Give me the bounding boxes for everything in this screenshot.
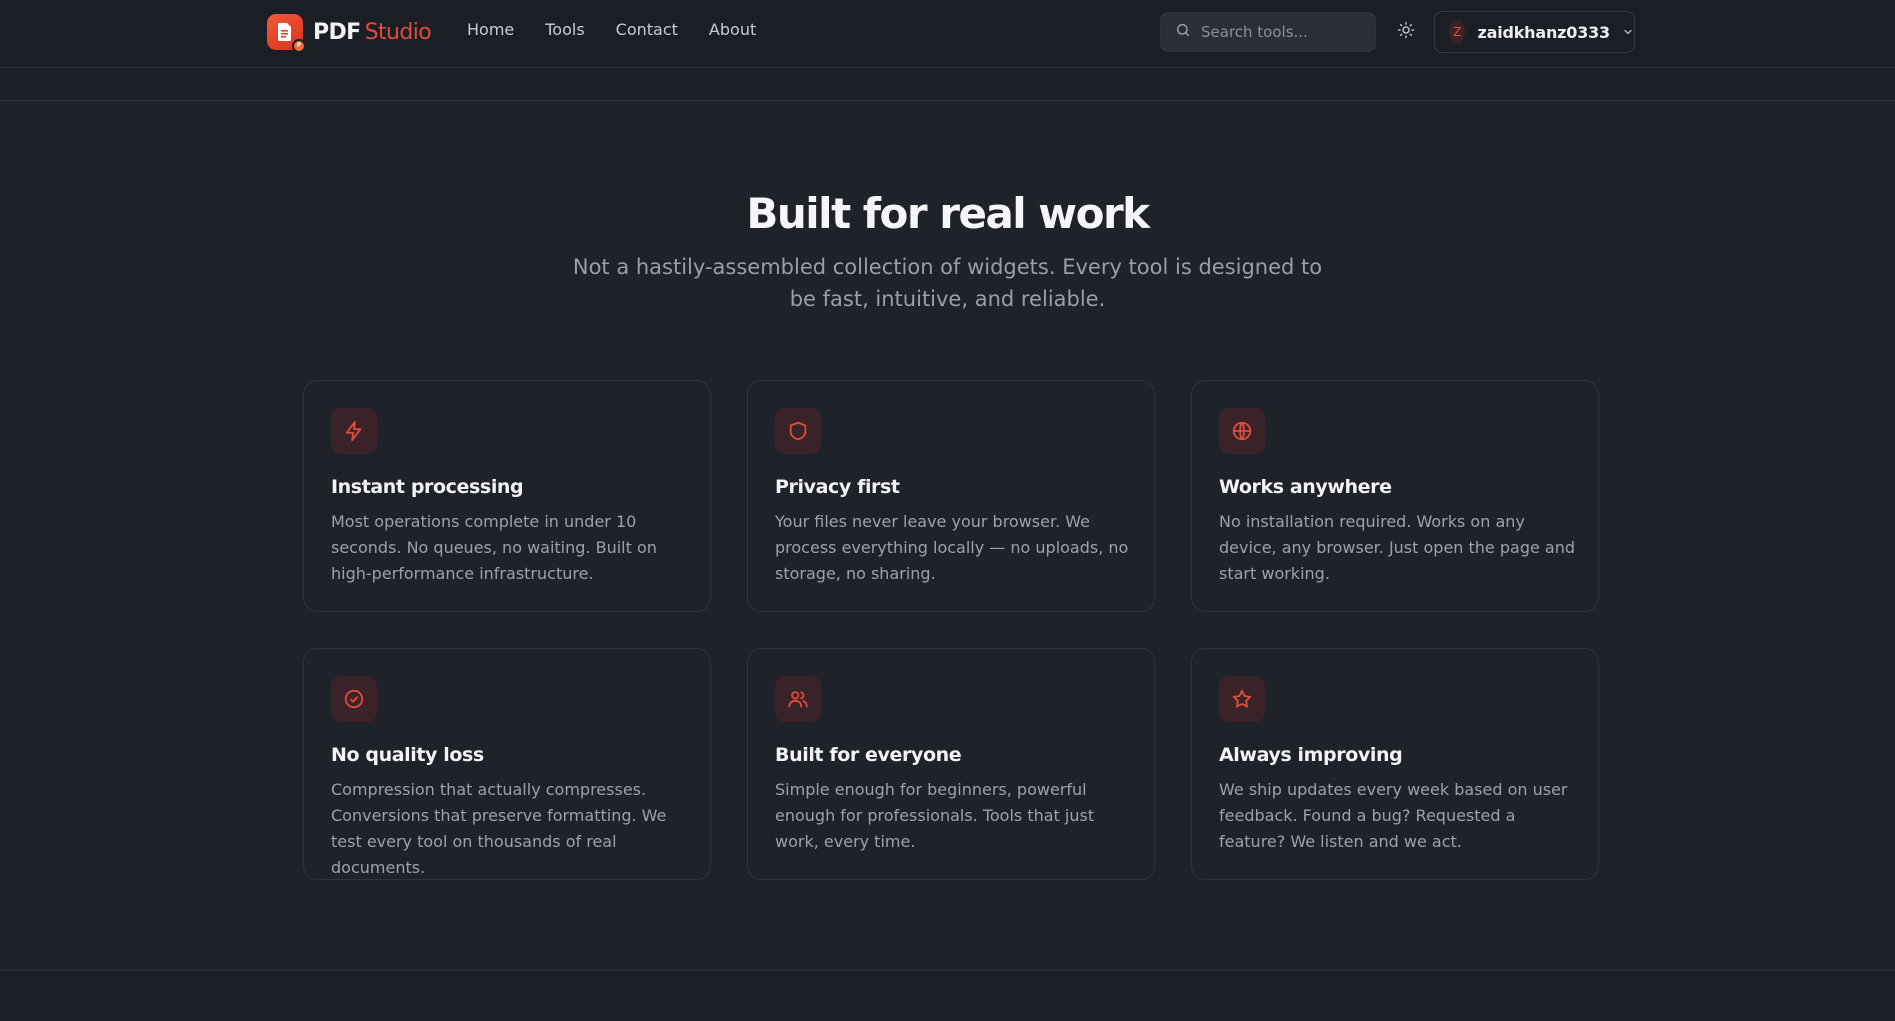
username: zaidkhanz0333 <box>1477 22 1610 42</box>
section-subtitle: Not a hastily-assembled collection of wi… <box>572 255 1323 311</box>
feature-card-built-for-everyone: Built for everyone Simple enough for beg… <box>747 648 1155 880</box>
sun-icon <box>1397 21 1415 43</box>
top-navigation-bar: P PDFStudio Home Tools Contact About Z z… <box>0 0 1895 68</box>
feature-card-always-improving: Always improving We ship updates every w… <box>1191 648 1599 880</box>
shield-icon <box>775 408 821 454</box>
globe-icon <box>1219 408 1265 454</box>
theme-toggle-button[interactable] <box>1394 20 1418 44</box>
feature-description: Compression that actually compresses. Co… <box>331 780 667 877</box>
nav-link-home[interactable]: Home <box>467 20 514 39</box>
feature-title: Works anywhere <box>1219 476 1392 498</box>
feature-card-instant-processing: Instant processing Most operations compl… <box>303 380 711 612</box>
check-circle-icon <box>331 676 377 722</box>
avatar: Z <box>1449 20 1466 44</box>
feature-title: Always improving <box>1219 744 1403 766</box>
feature-description: No installation required. Works on any d… <box>1219 512 1576 583</box>
feature-card-privacy-first: Privacy first Your files never leave you… <box>747 380 1155 612</box>
nav-link-contact[interactable]: Contact <box>616 20 678 39</box>
feature-description: Most operations complete in under 10 sec… <box>331 512 657 583</box>
feature-description: Your files never leave your browser. We … <box>775 512 1129 583</box>
feature-title: No quality loss <box>331 744 484 766</box>
search-box[interactable] <box>1160 12 1376 52</box>
brand-name: PDF Studio <box>313 19 432 45</box>
feature-title: Built for everyone <box>775 744 962 766</box>
star-icon <box>1219 676 1265 722</box>
main-nav: Home Tools Contact About <box>467 20 787 39</box>
feature-title: Instant processing <box>331 476 524 498</box>
brand-logo-link[interactable]: P PDF Studio <box>267 13 432 53</box>
search-input[interactable] <box>1201 23 1361 41</box>
footer <box>0 971 1895 1021</box>
feature-card-no-quality-loss: No quality loss Compression that actuall… <box>303 648 711 880</box>
brand-name-pdf: PDF <box>313 19 361 45</box>
lightning-icon <box>331 408 377 454</box>
logo-badge: P <box>292 39 306 53</box>
pdf-logo-icon: P <box>267 14 306 53</box>
chevron-down-icon <box>1622 26 1634 38</box>
users-icon <box>775 676 821 722</box>
feature-title: Privacy first <box>775 476 900 498</box>
features-section: Built for real work Not a hastily-assemb… <box>0 101 1895 971</box>
feature-description: We ship updates every week based on user… <box>1219 780 1568 851</box>
search-icon <box>1175 22 1191 42</box>
feature-description: Simple enough for beginners, powerful en… <box>775 780 1095 851</box>
brand-name-studio: Studio <box>364 19 432 45</box>
nav-link-about[interactable]: About <box>709 20 756 39</box>
nav-link-tools[interactable]: Tools <box>545 20 584 39</box>
user-menu-button[interactable]: Z zaidkhanz0333 <box>1434 11 1635 53</box>
section-title: Built for real work <box>746 189 1150 238</box>
secondary-bar <box>0 69 1895 101</box>
feature-card-works-anywhere: Works anywhere No installation required.… <box>1191 380 1599 612</box>
